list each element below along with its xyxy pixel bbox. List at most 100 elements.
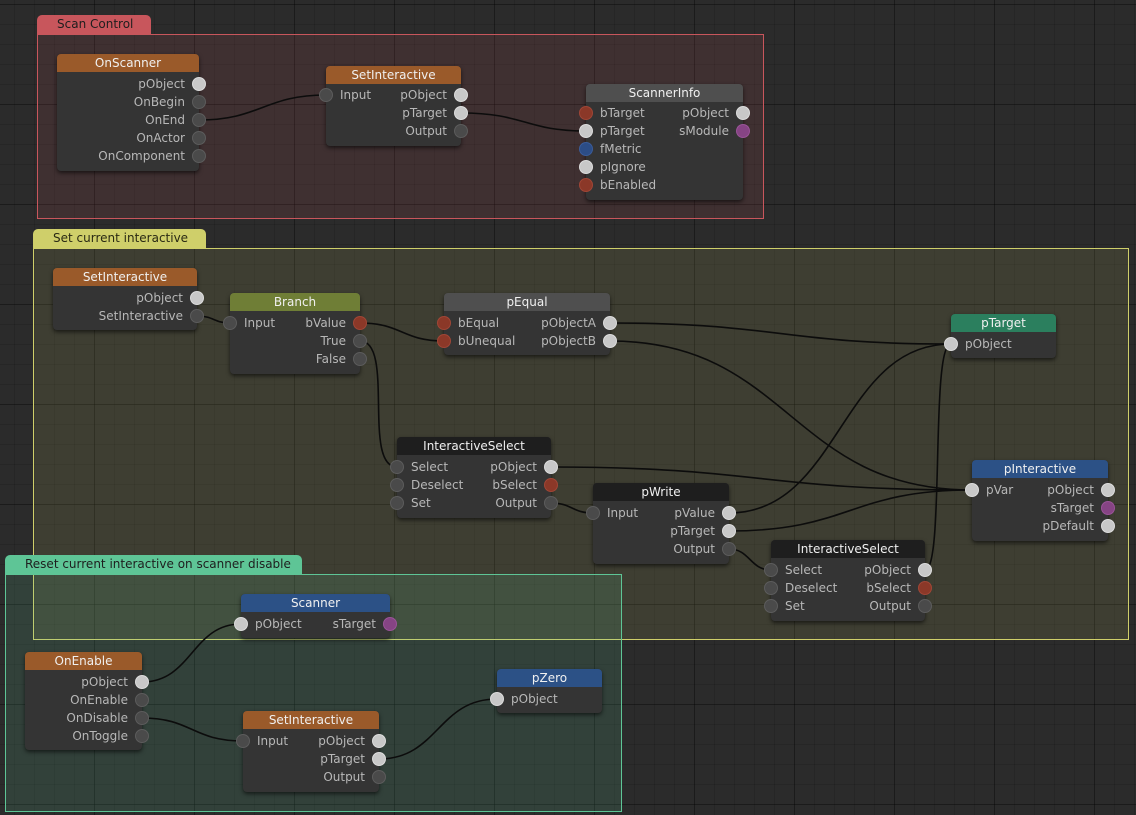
output-label-oncomponent: OnComponent <box>98 149 185 163</box>
output-label-onend: OnEnd <box>145 113 185 127</box>
node-title[interactable]: pWrite <box>593 483 729 501</box>
output-pin-output[interactable] <box>722 542 736 556</box>
node-title[interactable]: InteractiveSelect <box>397 437 551 455</box>
node-title[interactable]: OnEnable <box>25 652 142 670</box>
output-label-pobject: pObject <box>864 563 911 577</box>
output-label-ptarget: pTarget <box>320 752 365 766</box>
output-pin-onend[interactable] <box>192 113 206 127</box>
output-label-pobjectb: pObjectB <box>541 334 596 348</box>
output-label-ondisable: OnDisable <box>66 711 128 725</box>
input-pin-fmetric[interactable] <box>579 142 593 156</box>
wire-pobjecta-to-ptarget <box>609 322 952 345</box>
node-title[interactable]: Branch <box>230 293 360 311</box>
input-label-benabled: bEnabled <box>600 178 657 192</box>
output-pin-pobject[interactable] <box>135 675 149 689</box>
node-title[interactable]: OnScanner <box>57 54 199 72</box>
output-label-pobject: pObject <box>490 460 537 474</box>
node-title[interactable]: SetInteractive <box>53 268 197 286</box>
output-pin-bselect[interactable] <box>918 581 932 595</box>
output-pin-pdefault[interactable] <box>1101 519 1115 533</box>
output-label-onbegin: OnBegin <box>133 95 185 109</box>
output-pin-bselect[interactable] <box>544 478 558 492</box>
node-title[interactable]: ScannerInfo <box>586 84 743 102</box>
output-label-pobject: pObject <box>81 675 128 689</box>
node-title[interactable]: pEqual <box>444 293 610 311</box>
output-pin-output[interactable] <box>372 770 386 784</box>
node-title[interactable]: pZero <box>497 669 602 687</box>
output-label-output: Output <box>869 599 911 613</box>
wire-ptarget-to-scannerinfo <box>460 112 587 132</box>
wire-pobjectb-to-pinteractive <box>609 340 973 491</box>
input-label-fmetric: fMetric <box>600 142 642 156</box>
input-label-pobject: pObject <box>965 337 1012 351</box>
output-label-smodule: sModule <box>679 124 729 138</box>
node-title[interactable]: pTarget <box>951 314 1056 332</box>
output-label-ptarget: pTarget <box>402 106 447 120</box>
output-label-output: Output <box>495 496 537 510</box>
output-pin-ptarget[interactable] <box>372 752 386 766</box>
input-pin-pignore[interactable] <box>579 160 593 174</box>
output-pin-pobject[interactable] <box>918 563 932 577</box>
input-pin-pobject[interactable] <box>944 337 958 351</box>
output-pin-ondisable[interactable] <box>135 711 149 725</box>
output-pin-pobject[interactable] <box>192 77 206 91</box>
output-pin-onactor[interactable] <box>192 131 206 145</box>
output-pin-pobjecta[interactable] <box>603 316 617 330</box>
wire-ptarget-to-pzero <box>378 698 498 760</box>
input-pin-pobject[interactable] <box>490 692 504 706</box>
node-title[interactable]: SetInteractive <box>326 66 461 84</box>
output-label-pobject: pObject <box>682 106 729 120</box>
output-label-pvalue: pValue <box>674 506 715 520</box>
output-pin-ptarget[interactable] <box>454 106 468 120</box>
output-label-ontoggle: OnToggle <box>72 729 128 743</box>
output-pin-pobject[interactable] <box>736 106 750 120</box>
output-pin-output[interactable] <box>454 124 468 138</box>
output-pin-pvalue[interactable] <box>722 506 736 520</box>
input-pin-benabled[interactable] <box>579 178 593 192</box>
output-pin-output[interactable] <box>544 496 558 510</box>
output-label-pdefault: pDefault <box>1042 519 1094 533</box>
output-pin-output[interactable] <box>918 599 932 613</box>
output-pin-pobject[interactable] <box>372 734 386 748</box>
output-pin-onenable[interactable] <box>135 693 149 707</box>
output-pin-setinteractive[interactable] <box>190 309 204 323</box>
output-label-setinteractive: SetInteractive <box>98 309 183 323</box>
output-label-true: True <box>320 334 347 348</box>
output-label-pobject: pObject <box>400 88 447 102</box>
node-title[interactable]: Scanner <box>241 594 390 612</box>
output-label-pobject: pObject <box>1047 483 1094 497</box>
output-pin-smodule[interactable] <box>736 124 750 138</box>
output-pin-pobject[interactable] <box>1101 483 1115 497</box>
output-pin-ptarget[interactable] <box>722 524 736 538</box>
output-label-starget: sTarget <box>332 617 376 631</box>
output-pin-pobject[interactable] <box>190 291 204 305</box>
wire-ondisable-to-setinteractive <box>141 717 244 742</box>
node-title[interactable]: InteractiveSelect <box>771 540 925 558</box>
output-label-pobject: pObject <box>138 77 185 91</box>
input-label-pobject: pObject <box>511 692 558 706</box>
output-pin-starget[interactable] <box>1101 501 1115 515</box>
output-label-ptarget: pTarget <box>670 524 715 538</box>
output-label-bselect: bSelect <box>492 478 537 492</box>
output-label-onactor: OnActor <box>136 131 185 145</box>
wire-onend-to-setinteractive <box>198 94 327 121</box>
output-label-bselect: bSelect <box>866 581 911 595</box>
output-label-false: False <box>315 352 346 366</box>
output-pin-pobject[interactable] <box>454 88 468 102</box>
output-pin-false[interactable] <box>353 352 367 366</box>
output-pin-starget[interactable] <box>383 617 397 631</box>
output-pin-onbegin[interactable] <box>192 95 206 109</box>
output-label-pobjecta: pObjectA <box>541 316 596 330</box>
wire-bvalue-to-bunequal <box>359 322 445 342</box>
output-label-bvalue: bValue <box>305 316 346 330</box>
output-label-starget: sTarget <box>1050 501 1094 515</box>
output-pin-oncomponent[interactable] <box>192 149 206 163</box>
output-pin-ontoggle[interactable] <box>135 729 149 743</box>
output-pin-bvalue[interactable] <box>353 316 367 330</box>
input-label-pignore: pIgnore <box>600 160 646 174</box>
output-pin-pobjectb[interactable] <box>603 334 617 348</box>
output-pin-true[interactable] <box>353 334 367 348</box>
output-pin-pobject[interactable] <box>544 460 558 474</box>
node-title[interactable]: SetInteractive <box>243 711 379 729</box>
node-title[interactable]: pInteractive <box>972 460 1108 478</box>
